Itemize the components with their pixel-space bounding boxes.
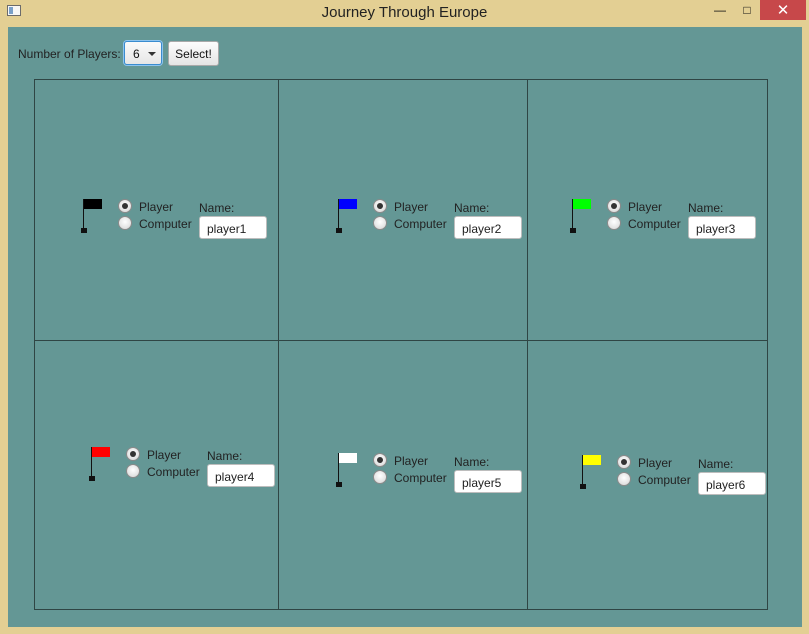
flag-base: [81, 228, 87, 233]
maximize-button[interactable]: □: [734, 0, 760, 20]
computer-radio-label[interactable]: Computer: [394, 471, 447, 485]
flag-cloth: [92, 447, 110, 457]
name-label: Name:: [688, 201, 724, 215]
name-label: Name:: [207, 449, 243, 463]
player-radio-label[interactable]: Player: [394, 454, 428, 468]
player-radio[interactable]: [126, 447, 140, 461]
flag-icon: [81, 199, 102, 239]
title-bar: Journey Through Europe — □ ✕: [0, 0, 809, 27]
player-radio[interactable]: [373, 453, 387, 467]
player-name-input[interactable]: player4: [207, 464, 275, 487]
number-of-players-value: 6: [133, 47, 140, 61]
flag-icon: [336, 199, 357, 239]
main-content: Number of Players: 6 Select! Player Comp…: [8, 27, 802, 627]
player-name-input[interactable]: player1: [199, 216, 267, 239]
window-title: Journey Through Europe: [321, 4, 488, 21]
flag-cloth: [84, 199, 102, 209]
flag-base: [336, 482, 342, 487]
name-label: Name:: [199, 201, 235, 215]
chevron-down-icon: [148, 52, 156, 56]
grid-divider: [35, 340, 767, 341]
flag-icon: [570, 199, 591, 239]
player-name-input[interactable]: player6: [698, 472, 766, 495]
close-button[interactable]: ✕: [760, 0, 806, 20]
player-radio[interactable]: [607, 199, 621, 213]
number-of-players-label: Number of Players:: [18, 47, 121, 61]
flag-cloth: [583, 455, 601, 465]
computer-radio[interactable]: [373, 470, 387, 484]
computer-radio[interactable]: [607, 216, 621, 230]
flag-base: [336, 228, 342, 233]
player-grid: [34, 79, 768, 610]
name-label: Name:: [698, 457, 734, 471]
computer-radio[interactable]: [373, 216, 387, 230]
flag-icon: [336, 453, 357, 493]
minimize-button[interactable]: —: [707, 0, 733, 20]
flag-icon: [580, 455, 601, 495]
computer-radio-label[interactable]: Computer: [394, 217, 447, 231]
player-name-input[interactable]: player3: [688, 216, 756, 239]
computer-radio-label[interactable]: Computer: [147, 465, 200, 479]
computer-radio[interactable]: [126, 464, 140, 478]
select-button[interactable]: Select!: [168, 41, 219, 66]
flag-cloth: [573, 199, 591, 209]
player-name-input[interactable]: player5: [454, 470, 522, 493]
number-of-players-select[interactable]: 6: [124, 41, 162, 65]
player-radio-label[interactable]: Player: [139, 200, 173, 214]
player-radio[interactable]: [617, 455, 631, 469]
computer-radio-label[interactable]: Computer: [139, 217, 192, 231]
computer-radio-label[interactable]: Computer: [628, 217, 681, 231]
grid-divider: [527, 80, 528, 609]
player-radio-label[interactable]: Player: [147, 448, 181, 462]
flag-base: [89, 476, 95, 481]
player-radio-label[interactable]: Player: [394, 200, 428, 214]
flag-base: [580, 484, 586, 489]
flag-icon: [89, 447, 110, 487]
name-label: Name:: [454, 455, 490, 469]
flag-cloth: [339, 453, 357, 463]
player-name-input[interactable]: player2: [454, 216, 522, 239]
player-radio[interactable]: [118, 199, 132, 213]
flag-base: [570, 228, 576, 233]
computer-radio[interactable]: [118, 216, 132, 230]
computer-radio-label[interactable]: Computer: [638, 473, 691, 487]
player-radio[interactable]: [373, 199, 387, 213]
player-radio-label[interactable]: Player: [638, 456, 672, 470]
player-radio-label[interactable]: Player: [628, 200, 662, 214]
computer-radio[interactable]: [617, 472, 631, 486]
flag-cloth: [339, 199, 357, 209]
name-label: Name:: [454, 201, 490, 215]
grid-divider: [278, 80, 279, 609]
